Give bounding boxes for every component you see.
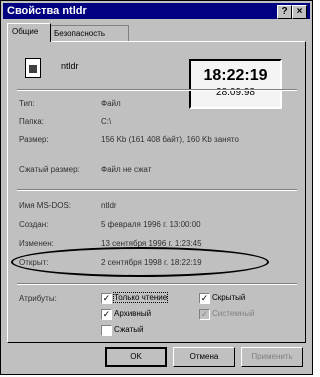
divider (17, 89, 297, 91)
size-label: Размер: (19, 135, 49, 144)
tab-general-label: Общие (12, 27, 39, 36)
created-value: 5 февраля 1996 г. 13:00:00 (101, 220, 201, 229)
system-checkbox: ✓ (199, 309, 210, 320)
file-name: ntldr (61, 61, 79, 71)
clock-time: 18:22:19 (203, 67, 268, 84)
tab-security-label: Безопасность (54, 29, 106, 38)
archive-label[interactable]: Архивный (114, 309, 151, 318)
size-value: 156 Kb (161 408 байт), 160 Kb занято (101, 135, 239, 144)
created-label: Создан: (19, 220, 49, 229)
apply-button[interactable]: Применить (241, 347, 303, 367)
clock-display: 18:22:19 28.09.98 (189, 59, 282, 109)
packed-size-label: Сжатый размер: (19, 165, 80, 174)
divider (17, 189, 297, 191)
ok-button[interactable]: OK (105, 347, 167, 367)
hidden-checkbox[interactable]: ✓ (199, 293, 210, 304)
cancel-button[interactable]: Отмена (173, 347, 235, 367)
packed-size-value: Файл не сжат (101, 165, 152, 174)
readonly-label[interactable]: Только чтение (112, 292, 169, 303)
dos-name-label: Имя MS-DOS: (19, 201, 72, 210)
modified-label: Изменен: (19, 239, 54, 248)
system-file-icon (25, 58, 41, 78)
properties-window: Свойства ntldr ? × Общие Безопасность nt… (0, 0, 313, 375)
tab-general[interactable]: Общие (7, 23, 51, 42)
close-button[interactable]: × (292, 5, 307, 19)
hidden-label[interactable]: Скрытый (212, 293, 245, 302)
packed-label[interactable]: Сжатый (114, 325, 143, 334)
help-button[interactable]: ? (277, 5, 292, 19)
divider (17, 283, 297, 285)
attributes-label: Атрибуты: (19, 294, 57, 303)
folder-label: Папка: (19, 117, 44, 126)
folder-value: C:\ (101, 117, 112, 126)
archive-checkbox[interactable]: ✓ (101, 309, 112, 320)
type-label: Тип: (19, 99, 35, 108)
window-title: Свойства ntldr (7, 5, 87, 17)
dos-name-value: ntldr (101, 201, 117, 210)
type-value: Файл (101, 99, 121, 108)
readonly-checkbox[interactable]: ✓ (101, 293, 112, 304)
highlight-ellipse (11, 247, 269, 277)
tab-security[interactable]: Безопасность (49, 25, 129, 41)
title-bar[interactable]: Свойства ntldr ? × (3, 3, 310, 19)
packed-checkbox[interactable] (101, 325, 112, 336)
system-label: Системный (212, 309, 255, 318)
